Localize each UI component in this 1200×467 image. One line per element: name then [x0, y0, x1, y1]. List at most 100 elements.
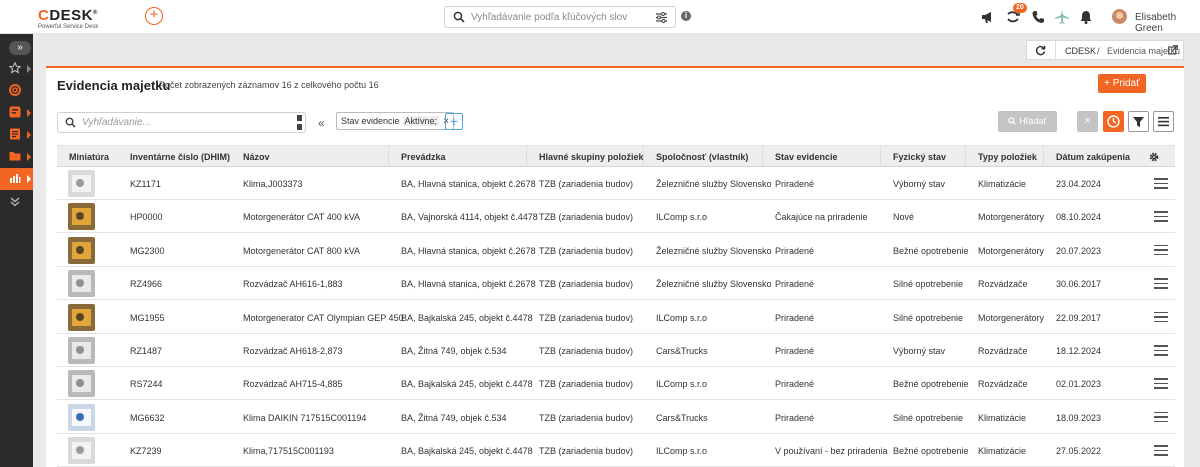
clear-filter-button[interactable]: × [1077, 111, 1098, 132]
filter-chip-status[interactable]: Stav evidencie Aktívne; × [336, 112, 454, 130]
cell-date: 22.09.2017 [1056, 312, 1102, 323]
list-search-input[interactable] [82, 115, 282, 130]
breadcrumb-separator: / [1097, 46, 1100, 56]
row-menu-icon[interactable] [1154, 211, 1168, 222]
cell-type: Rozvádzače [978, 379, 1028, 390]
cell-site: BA, Bajkalská 245, objekt č.4478 [401, 446, 533, 457]
open-external-icon[interactable] [1168, 45, 1178, 55]
breadcrumb-root[interactable]: CDESK [1065, 46, 1096, 56]
cell-group: TZB (zariadenia budov) [539, 379, 634, 390]
col-purchase-date[interactable]: Dátum zakúpenia [1056, 152, 1130, 162]
asset-thumbnail[interactable] [68, 236, 95, 264]
col-name[interactable]: Názov [243, 152, 270, 162]
bell-icon[interactable] [1078, 9, 1094, 25]
sidebar-collapse[interactable] [0, 192, 33, 214]
filter-button[interactable] [1128, 111, 1149, 132]
sidebar-item-helpdesk[interactable] [0, 80, 33, 102]
col-record-status[interactable]: Stav evidencie [775, 152, 838, 162]
col-inventory-number[interactable]: Inventárne číslo (DHIM) [130, 152, 230, 162]
cell-name: Klima,717515C001193 [243, 446, 334, 457]
table-row[interactable]: KZ7239 Klima,717515C001193 BA, Bajkalská 2… [57, 434, 1175, 467]
add-button[interactable]: + Pridať [1098, 74, 1146, 93]
table-row[interactable]: RZ1487 Rozvádzač AH618-2,873 BA, Žitná 749… [57, 334, 1175, 367]
cell-date: 23.04.2024 [1056, 179, 1102, 189]
phone-icon[interactable] [1030, 9, 1046, 25]
cell-name: Motorgenerátor CAT 400 kVA [243, 212, 361, 223]
cell-type: Motorgenerátory [978, 212, 1045, 223]
col-physical-state[interactable]: Fyzický stav [893, 152, 946, 162]
collapse-filters-icon[interactable]: « [318, 116, 325, 130]
table-row[interactable]: RZ4966 Rozvádzač AH616-1,883 BA, Hlavná st… [57, 267, 1175, 301]
user-avatar[interactable] [1112, 9, 1127, 24]
row-menu-icon[interactable] [1154, 411, 1168, 423]
sidebar-item-favorites[interactable] [0, 58, 33, 80]
hamburger-icon [1158, 117, 1169, 127]
search-button[interactable]: Hľadať [998, 111, 1057, 132]
sidebar-item-assets[interactable] [0, 168, 33, 190]
tasks-icon [9, 106, 21, 118]
col-item-types[interactable]: Typy položiek [978, 152, 1037, 162]
column-menu-button[interactable] [1153, 111, 1174, 132]
col-main-groups[interactable]: Hlavné skupiny položiek [539, 152, 644, 162]
sidebar-item-documents[interactable] [0, 124, 33, 146]
expand-sidebar-icon[interactable]: » [9, 41, 31, 55]
cell-company: ILComp s.r.o [656, 312, 708, 323]
table-row[interactable]: HP0000 Motorgenerátor CAT 400 kVA BA, Vajn… [57, 200, 1175, 234]
col-thumbnail[interactable]: Miniatúra [69, 152, 109, 162]
cell-inv: MG2300 [130, 245, 165, 256]
asset-thumbnail[interactable] [68, 303, 95, 331]
cdesk-logo[interactable]: CDESK® Powerful Service Desk [38, 6, 98, 31]
megaphone-icon[interactable] [980, 9, 996, 25]
cell-status: Priradené [775, 346, 815, 356]
global-search[interactable] [444, 6, 676, 28]
asset-thumbnail[interactable] [68, 170, 95, 197]
user-name[interactable]: Elisabeth Green [1135, 12, 1200, 34]
row-menu-icon[interactable] [1154, 178, 1168, 189]
table-row[interactable]: RS7244 Rozvádzač AH715-4,885 BA, Bajkalská… [57, 367, 1175, 401]
row-menu-icon[interactable] [1154, 278, 1168, 289]
table-row[interactable]: KZ1171 Klima,J003373 BA, Hlavná stanica, o… [57, 167, 1175, 200]
list-search[interactable] [57, 112, 306, 133]
cell-group: TZB (zariadenia budov) [539, 346, 634, 356]
gear-icon[interactable] [1148, 151, 1160, 163]
cell-name: Rozvádzač AH715-4,885 [243, 379, 343, 390]
row-menu-icon[interactable] [1154, 311, 1168, 323]
row-menu-icon[interactable] [1154, 244, 1168, 256]
cell-type: Klimatizácie [978, 179, 1027, 189]
cell-name: Rozvádzač AH618-2,873 [243, 346, 343, 356]
cell-status: Priradené [775, 412, 815, 423]
col-company[interactable]: Spoločnosť (vlastník) [656, 152, 748, 162]
asset-thumbnail[interactable] [68, 203, 95, 231]
search-options-icon[interactable] [297, 115, 302, 130]
sidebar-item-folders[interactable] [0, 146, 33, 168]
search-settings-icon[interactable] [656, 12, 667, 23]
airplane-icon[interactable] [1054, 9, 1070, 25]
cell-site: BA, Bajkalská 245, objekt č.4478 [401, 379, 533, 390]
history-button[interactable] [1103, 111, 1124, 132]
asset-thumbnail[interactable] [68, 370, 95, 398]
asset-thumbnail[interactable] [68, 270, 95, 298]
add-filter-button[interactable]: + [445, 113, 463, 130]
info-icon[interactable]: i [681, 11, 691, 21]
table-row[interactable]: MG6632 Klima DAIKIN 717515C001194 BA, Žitn… [57, 400, 1175, 434]
table-row[interactable]: MG2300 Motorgenerátor CAT 800 kVA BA, Hlav… [57, 233, 1175, 267]
sidebar-expand[interactable]: » [0, 36, 33, 58]
cell-company: Cars&Trucks [656, 346, 708, 356]
search-icon [453, 11, 465, 23]
quick-add-button[interactable]: + [145, 7, 163, 25]
cell-physical: Silné opotrebenie [893, 412, 964, 423]
row-menu-icon[interactable] [1154, 378, 1168, 389]
row-menu-icon[interactable] [1154, 445, 1168, 456]
cell-type: Motorgenerátory [978, 312, 1045, 323]
global-search-input[interactable] [471, 9, 651, 25]
cell-site: BA, Vajnorská 4114, objekt č.4478 [401, 212, 538, 223]
cell-group: TZB (zariadenia budov) [539, 279, 634, 290]
asset-thumbnail[interactable] [68, 403, 95, 431]
col-site[interactable]: Prevádzka [401, 152, 446, 162]
sidebar-item-tasks[interactable] [0, 102, 33, 124]
asset-thumbnail[interactable] [68, 437, 95, 465]
row-menu-icon[interactable] [1154, 345, 1168, 356]
asset-thumbnail[interactable] [68, 337, 95, 364]
refresh-icon[interactable] [1035, 45, 1046, 56]
table-row[interactable]: MG1955 Motorgenerator CAT Olympian GEP 45… [57, 300, 1175, 334]
